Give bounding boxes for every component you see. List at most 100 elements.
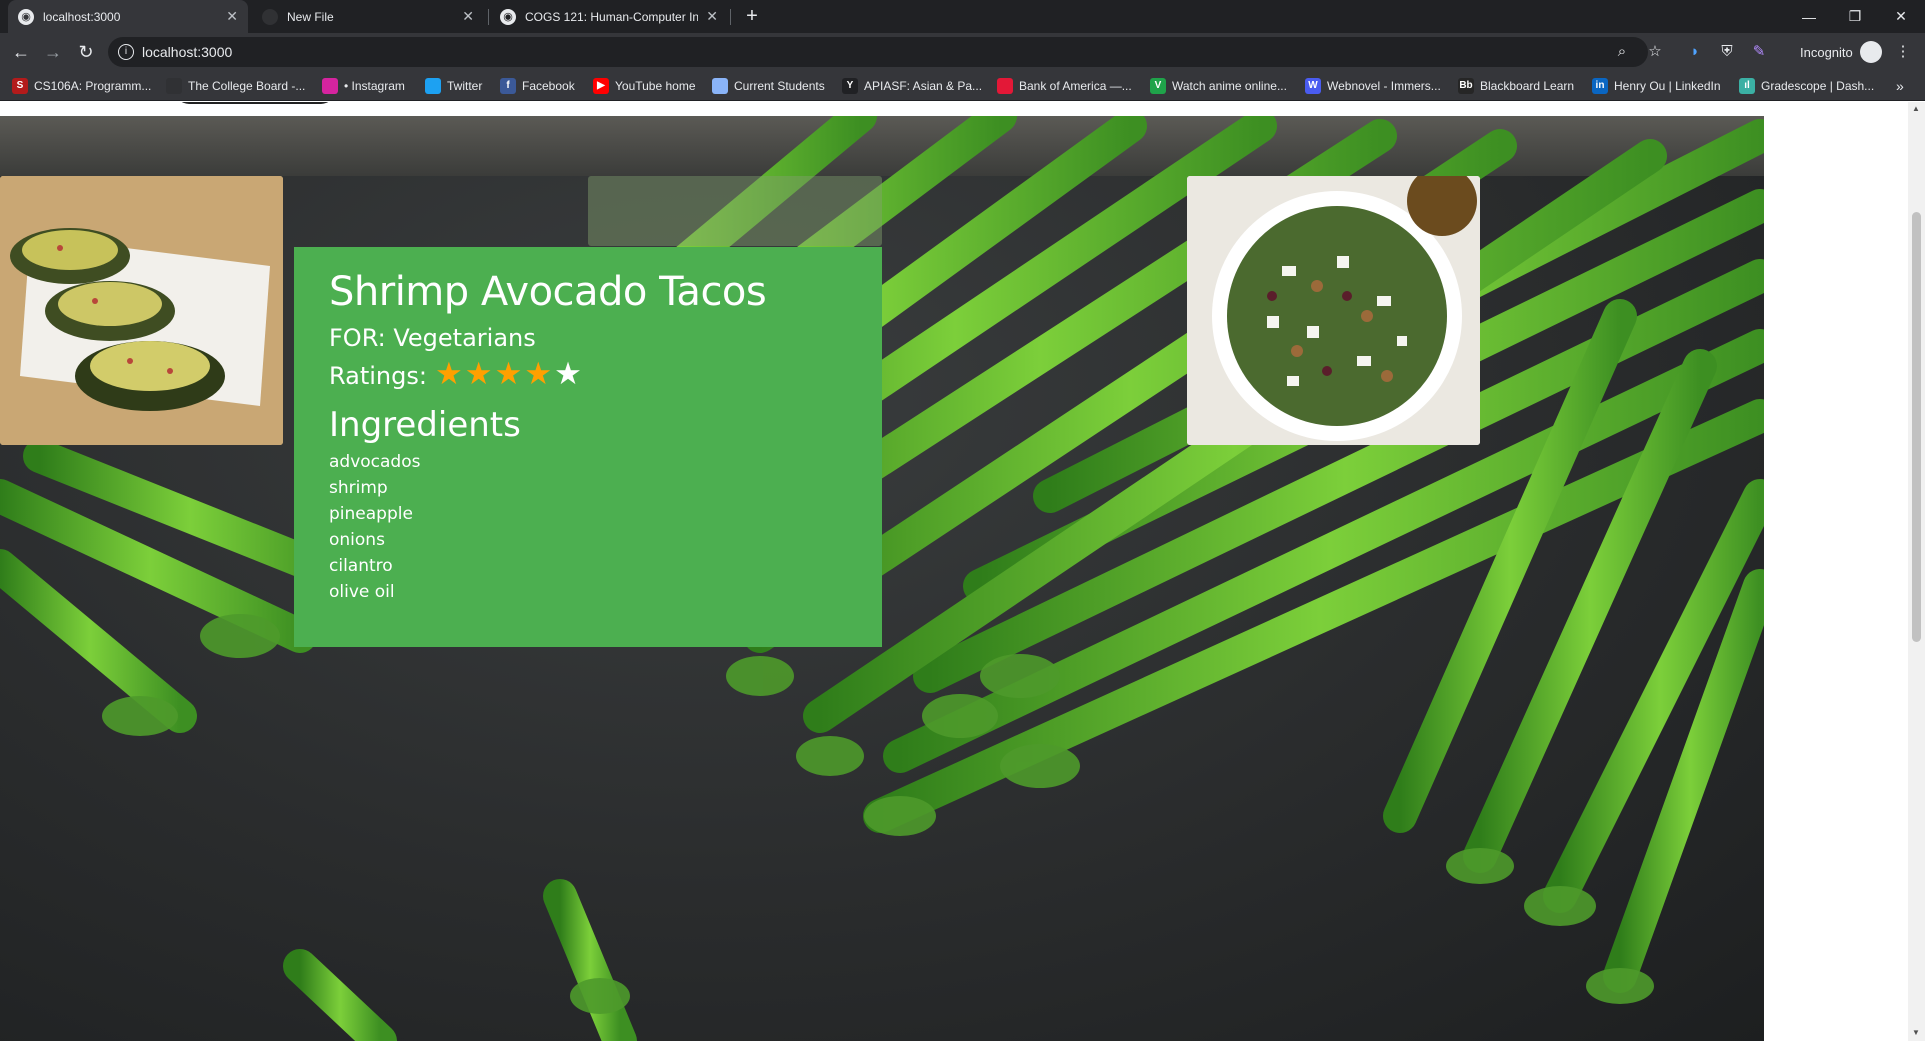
star-rating[interactable]: ★★★★★ [433,357,582,395]
scroll-down-arrow[interactable]: ▼ [1912,1028,1920,1037]
ingredients-heading: Ingredients [329,405,521,445]
scroll-up-arrow[interactable]: ▲ [1912,104,1920,113]
star-empty-icon[interactable]: ★ [554,359,582,390]
bookmark-item[interactable]: Bb Blackboard Learn [1458,77,1574,95]
youtube-icon: ▶ [593,78,609,94]
bookmark-item[interactable]: Twitter [425,77,482,95]
shield-extension-icon[interactable]: ⛨ [1717,42,1737,62]
twitter-icon [425,78,441,94]
salad-bowl-photo[interactable] [1187,176,1480,445]
bookmark-item[interactable]: Current Students [712,77,825,95]
avocado-dish-photo[interactable] [0,176,283,445]
reload-button[interactable]: ↻ [73,39,99,65]
menu-icon[interactable]: ⋮ [1893,42,1913,62]
tab-cogs121[interactable]: ◉ COGS 121: Human-Computer Int ✕ [490,0,728,33]
page-header-strip [0,102,1764,116]
bookmark-label: Facebook [522,79,575,93]
blackboard-icon: Bb [1458,78,1474,94]
info-icon[interactable]: i [118,44,134,60]
recipe-title: Shrimp Avocado Tacos [329,269,767,315]
bookmark-label: Blackboard Learn [1480,79,1575,93]
bookmark-item[interactable]: Bank of America —... [997,77,1132,95]
ratings-label: Ratings: [329,362,427,390]
ratings-row: Ratings: ★★★★★ [329,357,847,395]
bookmark-item[interactable]: • Instagram [322,77,405,95]
address-bar[interactable]: i localhost:3000 [108,37,1648,67]
tab-new-file[interactable]: New File ✕ [252,0,484,33]
anime-icon: V [1150,78,1166,94]
bookmark-item[interactable]: S CS106A: Programm... [12,77,151,95]
bookmark-label: Henry Ou | LinkedIn [1614,79,1721,93]
star-filled-icon[interactable]: ★ [495,359,523,390]
ingredient-item: shrimp [329,478,388,498]
bookmark-item[interactable]: Y APIASF: Asian & Pa... [842,77,982,95]
tab-label: localhost:3000 [43,9,121,24]
bookmark-item[interactable]: W Webnovel - Immers... [1305,77,1441,95]
ingredient-item: pineapple [329,504,413,524]
star-filled-icon[interactable]: ★ [465,359,493,390]
bookmark-label: Webnovel - Immers... [1327,79,1441,93]
facebook-icon: f [500,78,516,94]
instagram-icon [322,78,338,94]
tab-divider [730,9,731,25]
restore-button[interactable]: ❐ [1832,0,1878,33]
bookmark-label: Bank of America —... [1019,79,1132,93]
bookmark-item[interactable]: ıl Gradescope | Dash... [1739,77,1874,95]
minimize-button[interactable]: — [1786,0,1832,33]
bookmark-label: Watch anime online... [1172,79,1287,93]
browser-toolbar: ← → ↻ i localhost:3000 ⌕ ☆ ◗ ⛨ ✎ Incogni… [0,33,1925,71]
bookmarks-bar: S CS106A: Programm... The College Board -.… [0,71,1925,101]
new-tab-button[interactable]: + [740,5,764,29]
page-viewport: Shrimp Avocado Tacos FOR: Vegetarians Ra… [0,102,1925,1041]
extension-icon[interactable]: ◗ [1685,42,1705,62]
bookmark-item[interactable]: in Henry Ou | LinkedIn [1592,77,1721,95]
bookmark-label: APIASF: Asian & Pa... [864,79,983,93]
bookmark-star-icon[interactable]: ☆ [1645,42,1665,62]
header-text-fragment [175,102,335,104]
incognito-icon[interactable] [1860,41,1882,63]
s-icon: S [12,78,28,94]
recipe-audience: FOR: Vegetarians [329,324,536,352]
bookmark-label: Current Students [734,79,825,93]
ingredient-item: advocados [329,452,421,472]
ingredient-list: advocados shrimp pineapple onions cilantro ol… [329,449,847,605]
star-filled-icon[interactable]: ★ [435,359,463,390]
ingredient-item: onions [329,530,385,550]
bookmark-label: CS106A: Programm... [34,79,152,93]
more-bookmarks-icon[interactable]: » [1896,78,1904,94]
bookmark-item[interactable]: The College Board -... [166,77,305,95]
close-window-button[interactable]: ✕ [1878,0,1924,33]
ingredient-item: olive oil [329,582,395,602]
y-icon: Y [842,78,858,94]
close-tab-icon[interactable]: ✕ [462,8,474,25]
forward-button[interactable]: → [40,39,66,65]
close-tab-icon[interactable]: ✕ [226,8,238,25]
zoom-icon[interactable]: ⌕ [1612,42,1632,62]
globe-icon: ◉ [500,8,516,25]
gradescope-icon: ıl [1739,78,1755,94]
bookmark-label: Gradescope | Dash... [1761,79,1875,93]
tab-strip: ◉ localhost:3000 ✕ New File ✕ ◉ COGS 121… [0,0,1925,33]
scrollbar-thumb[interactable] [1912,212,1921,642]
background-card [588,176,882,246]
vertical-scrollbar[interactable]: ▲ ▼ [1908,102,1925,1041]
bookmark-item[interactable]: f Facebook [500,77,575,95]
back-button[interactable]: ← [8,39,34,65]
tab-divider [488,9,489,25]
bookmark-label: YouTube home [615,79,696,93]
tab-label: COGS 121: Human-Computer Int [525,9,699,24]
acorn-icon [166,78,182,94]
bookmark-item[interactable]: V Watch anime online... [1150,77,1287,95]
tab-localhost[interactable]: ◉ localhost:3000 ✕ [8,0,248,33]
pen-extension-icon[interactable]: ✎ [1749,42,1769,62]
linkedin-icon: in [1592,78,1608,94]
star-filled-icon[interactable]: ★ [524,359,552,390]
bookmark-label: • Instagram [344,79,405,93]
bofa-icon [997,78,1013,94]
bookmark-item[interactable]: ▶ YouTube home [593,77,696,95]
close-tab-icon[interactable]: ✕ [706,8,718,25]
incognito-label: Incognito [1800,45,1853,60]
tab-label: New File [287,9,334,24]
salad-bowl-illustration [1187,176,1480,445]
github-icon [262,8,278,25]
